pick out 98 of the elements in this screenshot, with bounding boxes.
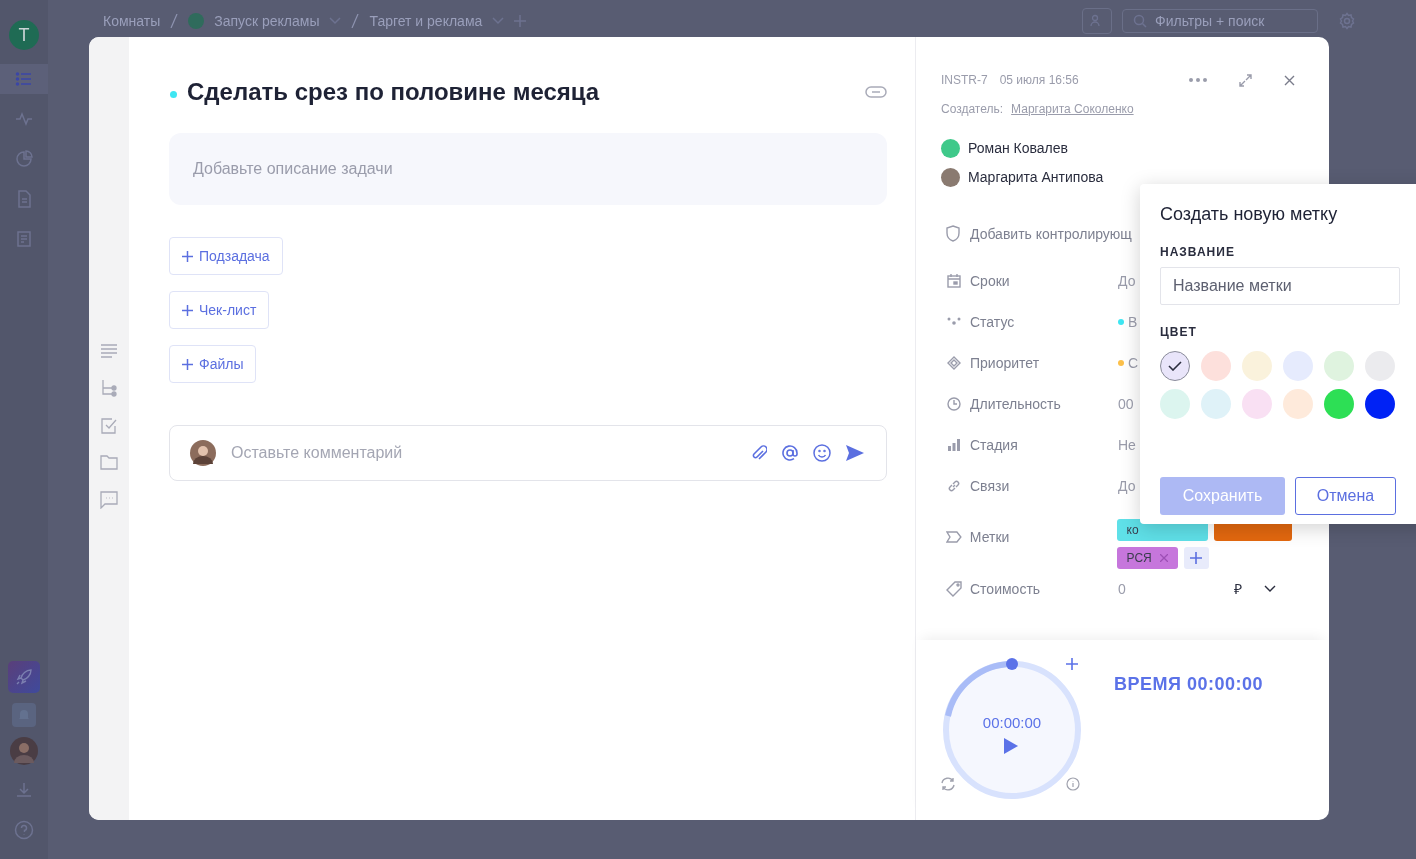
color-swatch[interactable] bbox=[1242, 351, 1272, 381]
field-value[interactable]: С bbox=[1128, 354, 1139, 371]
field-label: ЦВЕТ bbox=[1160, 325, 1198, 339]
send-icon[interactable] bbox=[846, 445, 864, 461]
field-value[interactable]: Не bbox=[1118, 436, 1136, 453]
field-label: Метки bbox=[969, 529, 1011, 545]
field-label: Статус bbox=[970, 313, 1016, 330]
avatar[interactable] bbox=[10, 737, 38, 765]
avatar bbox=[190, 440, 216, 466]
people-button[interactable] bbox=[1082, 8, 1112, 34]
link-icon bbox=[946, 478, 962, 493]
timer-dial[interactable] bbox=[940, 658, 1084, 802]
color-swatch[interactable] bbox=[1160, 351, 1190, 381]
expand-icon[interactable] bbox=[1239, 73, 1252, 87]
refresh-icon[interactable] bbox=[940, 777, 956, 791]
status-dot bbox=[170, 90, 177, 98]
color-swatch[interactable] bbox=[1324, 389, 1354, 419]
clock-icon bbox=[946, 396, 962, 411]
add-button[interactable]: Подзадача bbox=[169, 237, 283, 275]
color-swatch[interactable] bbox=[1242, 389, 1272, 419]
breadcrumb-link[interactable]: Таргет и реклама bbox=[369, 13, 483, 29]
add-tag-button[interactable] bbox=[1183, 547, 1209, 569]
assignee-name[interactable]: Маргарита Антипова bbox=[968, 169, 1104, 185]
calendar-icon bbox=[946, 273, 962, 288]
bell-icon[interactable] bbox=[12, 703, 36, 727]
add-button[interactable]: Файлы bbox=[169, 345, 257, 383]
mention-icon[interactable] bbox=[782, 445, 798, 461]
lines-icon[interactable] bbox=[100, 344, 118, 358]
comment-field[interactable]: Оставьте комментарий bbox=[169, 425, 887, 481]
slash-divider bbox=[170, 14, 179, 28]
list-icon[interactable] bbox=[0, 64, 48, 94]
color-swatch[interactable] bbox=[1283, 351, 1313, 381]
price-tag-icon bbox=[946, 580, 962, 597]
plus-icon bbox=[182, 358, 193, 370]
field-label: Длительность bbox=[970, 395, 1062, 412]
field-label: НАЗВАНИЕ bbox=[1160, 245, 1236, 259]
tag-icon bbox=[946, 531, 962, 543]
more-icon[interactable] bbox=[1189, 78, 1207, 82]
plus-icon bbox=[182, 250, 193, 262]
close-icon[interactable] bbox=[1284, 74, 1295, 86]
checkbox-icon[interactable] bbox=[101, 418, 117, 434]
color-swatch[interactable] bbox=[1324, 351, 1354, 381]
add-controller-link[interactable]: Добавить контролирующ bbox=[970, 225, 1132, 242]
color-swatch[interactable] bbox=[1201, 351, 1231, 381]
field-label: Сроки bbox=[970, 272, 1011, 289]
field-value[interactable]: До bbox=[1118, 477, 1136, 494]
link-icon[interactable] bbox=[865, 86, 887, 98]
cancel-button[interactable]: Отмена bbox=[1295, 477, 1396, 515]
info-icon[interactable] bbox=[1066, 777, 1080, 791]
timer-display: 00:00:00 bbox=[981, 714, 1043, 731]
bars-icon bbox=[946, 437, 962, 452]
plus-icon bbox=[182, 304, 193, 316]
breadcrumb-link[interactable]: Запуск рекламы bbox=[214, 13, 320, 29]
field-value[interactable]: 00 bbox=[1118, 395, 1134, 412]
field-label: Приоритет bbox=[970, 354, 1041, 371]
shield-icon bbox=[946, 225, 960, 242]
color-swatch[interactable] bbox=[1365, 389, 1395, 419]
creator-label: Создатель: bbox=[941, 102, 1004, 116]
field-label: Стадия bbox=[970, 436, 1019, 453]
field-label: Связи bbox=[970, 477, 1011, 494]
room-avatar bbox=[188, 13, 205, 29]
color-swatch[interactable] bbox=[1283, 389, 1313, 419]
settings-icon[interactable] bbox=[1338, 12, 1356, 30]
plus-icon bbox=[1190, 552, 1203, 564]
emoji-icon[interactable] bbox=[813, 444, 831, 462]
plus-icon[interactable] bbox=[1066, 658, 1078, 670]
description-field[interactable]: Добавьте описание задачи bbox=[169, 133, 887, 205]
paperclip-icon[interactable] bbox=[751, 444, 767, 462]
popover-title: Создать новую метку bbox=[1160, 204, 1339, 225]
task-id: INSTR-7 bbox=[941, 73, 988, 87]
search-field[interactable]: Фильтры + поиск bbox=[1122, 9, 1318, 33]
task-date: 05 июля 16:56 bbox=[999, 73, 1079, 87]
tag-name-input[interactable]: Название метки bbox=[1160, 267, 1400, 305]
total-time: ВРЕМЯ 00:00:00 bbox=[1114, 674, 1263, 696]
breadcrumb-link[interactable]: Комнаты bbox=[103, 13, 161, 29]
chevron-down-icon[interactable] bbox=[1264, 584, 1276, 593]
cost-value[interactable]: 0 bbox=[1118, 580, 1234, 597]
workspace-avatar[interactable]: T bbox=[9, 20, 39, 50]
diamond-icon bbox=[946, 355, 962, 370]
assignee-name[interactable]: Роман Ковалев bbox=[968, 140, 1068, 156]
field-value[interactable]: В bbox=[1128, 313, 1138, 330]
folder-icon[interactable] bbox=[100, 455, 118, 470]
task-title[interactable]: Сделать срез по половине месяца bbox=[187, 78, 865, 106]
field-value[interactable]: До bbox=[1118, 272, 1136, 289]
play-icon[interactable] bbox=[1004, 738, 1018, 754]
creator-link[interactable]: Маргарита Соколенко bbox=[1011, 102, 1134, 116]
add-button[interactable]: Чек-лист bbox=[169, 291, 270, 329]
field-label: Стоимость bbox=[970, 580, 1042, 597]
chat-icon[interactable] bbox=[100, 491, 118, 509]
hierarchy-icon[interactable] bbox=[101, 379, 117, 397]
tag-chip[interactable]: РСЯ bbox=[1116, 547, 1178, 569]
remove-icon[interactable] bbox=[1159, 554, 1168, 562]
search-icon bbox=[1133, 14, 1147, 28]
color-swatch[interactable] bbox=[1201, 389, 1231, 419]
currency-select[interactable]: ₽ bbox=[1234, 579, 1242, 598]
rocket-icon[interactable] bbox=[8, 661, 40, 693]
color-swatch[interactable] bbox=[1160, 389, 1190, 419]
slash-divider bbox=[351, 14, 360, 28]
